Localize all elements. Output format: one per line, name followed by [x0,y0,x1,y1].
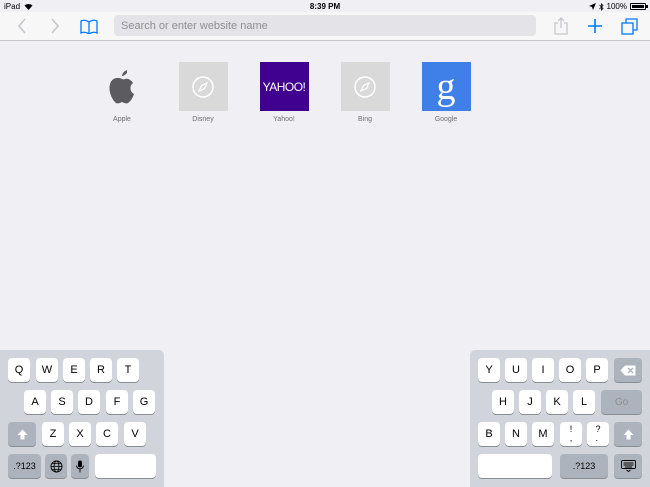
favorite-disney[interactable]: Disney [173,62,233,123]
disney-tile [178,62,228,111]
split-keyboard-left: Q W E R T A S D F G Z X C V .?123 [0,350,164,487]
hide-keyboard-key[interactable] [614,454,642,478]
bing-tile [340,62,390,111]
battery-icon [630,3,648,10]
key-b[interactable]: B [478,422,500,446]
key-u[interactable]: U [505,358,527,382]
book-icon [80,19,98,34]
key-p[interactable]: P [586,358,608,382]
split-keyboard-right: Y U I O P H J K L Go B N M ! , ? . .?123 [470,350,650,487]
forward-button[interactable] [44,16,66,36]
compass-icon [354,75,376,98]
key-n[interactable]: N [505,422,527,446]
key-w[interactable]: W [36,358,58,382]
numbers-key-right[interactable]: .?123 [560,454,608,478]
favorite-apple[interactable]: Apple [92,62,152,123]
space-key-left[interactable] [95,454,156,478]
share-button[interactable] [550,16,572,36]
clock: 8:39 PM [309,2,341,11]
shift-key-right[interactable] [614,422,642,446]
new-tab-button[interactable] [584,16,606,36]
key-h[interactable]: H [492,390,514,414]
go-key[interactable]: Go [601,390,642,414]
favorite-label: Google [434,116,458,123]
tabs-icon [620,17,638,35]
url-search-field[interactable]: Search or enter website name [114,15,536,36]
key-v[interactable]: V [124,422,146,446]
key-exclaim-comma[interactable]: ! , [560,422,582,446]
apple-logo-icon [109,69,134,103]
key-question-period[interactable]: ? . [587,422,609,446]
key-z[interactable]: Z [42,422,64,446]
key-r[interactable]: R [90,358,112,382]
globe-icon [50,460,62,472]
key-c[interactable]: C [96,422,118,446]
key-i[interactable]: I [532,358,554,382]
favorite-bing[interactable]: Bing [335,62,395,123]
key-a[interactable]: A [24,390,46,414]
key-d[interactable]: D [78,390,100,414]
favorite-label: Bing [357,116,372,123]
key-s[interactable]: S [51,390,73,414]
back-button[interactable] [11,16,33,36]
apple-tile [98,62,147,111]
browser-toolbar: Search or enter website name [0,12,650,41]
key-q[interactable]: Q [8,358,30,382]
favorite-label: Disney [192,116,214,123]
key-t[interactable]: T [117,358,139,382]
favorite-label: Apple [113,116,131,123]
status-bar: iPad 8:39 PM 100% [0,0,650,12]
key-g[interactable]: G [133,390,155,414]
globe-key[interactable] [45,454,67,478]
location-icon [588,3,596,10]
chevron-left-icon [17,18,26,34]
key-o[interactable]: O [559,358,581,382]
battery-percent: 100% [606,2,627,11]
url-placeholder: Search or enter website name [121,19,268,32]
key-l[interactable]: L [573,390,595,414]
shift-key[interactable] [8,422,36,446]
google-tile: g [421,62,471,111]
favorite-yahoo[interactable]: YAHOO! Yahoo! [254,62,314,123]
key-x[interactable]: X [69,422,91,446]
chevron-right-icon [51,18,60,34]
dictation-key[interactable] [71,454,89,478]
share-icon [554,17,568,35]
key-e[interactable]: E [63,358,85,382]
shift-arrow-icon [17,429,27,439]
plus-icon [588,19,602,33]
microphone-icon [76,460,84,472]
key-f[interactable]: F [106,390,128,414]
key-j[interactable]: J [519,390,541,414]
delete-key[interactable] [614,358,642,382]
shift-arrow-icon [623,429,633,439]
bookmarks-button[interactable] [78,16,100,36]
bluetooth-icon [598,2,604,11]
space-key-right[interactable] [478,454,552,478]
key-y[interactable]: Y [478,358,500,382]
key-k[interactable]: K [546,390,568,414]
compass-icon [192,75,214,98]
keyboard-hide-icon [620,460,636,472]
numbers-key[interactable]: .?123 [8,454,41,478]
tabs-button[interactable] [618,16,640,36]
favorite-label: Yahoo! [273,116,295,123]
yahoo-tile: YAHOO! [259,62,309,111]
backspace-icon [620,365,636,375]
favorite-google[interactable]: g Google [416,62,476,123]
key-m[interactable]: M [532,422,554,446]
